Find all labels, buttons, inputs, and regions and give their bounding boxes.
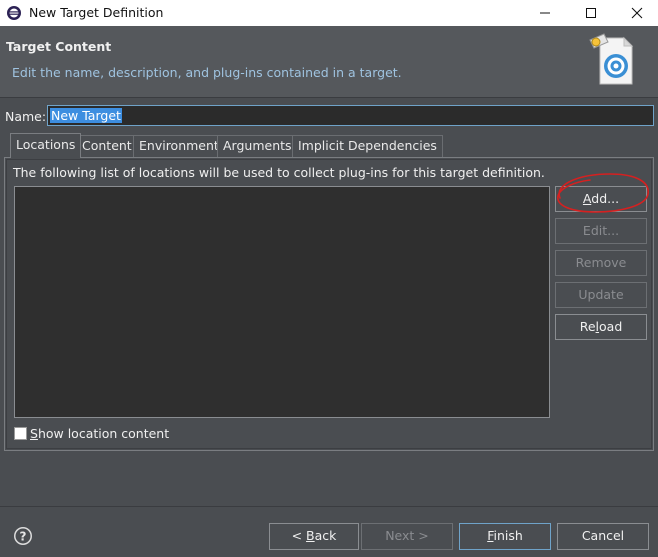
add-label-mnemonic: A (582, 191, 592, 206)
wizard-banner: Target Content Edit the name, descriptio… (0, 26, 658, 98)
help-icon[interactable]: ? (13, 526, 33, 546)
minimize-icon (540, 12, 550, 14)
maximize-button[interactable] (568, 0, 614, 26)
minimize-button[interactable] (522, 0, 568, 26)
locations-list[interactable] (14, 186, 550, 418)
reload-button[interactable]: Reload (555, 314, 647, 340)
banner-title: Target Content (6, 39, 112, 54)
reload-label-post: oad (599, 319, 623, 334)
show-location-content-checkbox[interactable] (14, 427, 27, 440)
banner-description: Edit the name, description, and plug-ins… (12, 65, 402, 80)
tab-locations[interactable]: Locations (10, 133, 82, 158)
title-bar: New Target Definition (0, 0, 658, 26)
edit-button[interactable]: Edit... (555, 218, 647, 244)
name-input[interactable]: New Target (47, 105, 654, 126)
name-label: Name: (5, 109, 47, 124)
locations-description: The following list of locations will be … (13, 165, 545, 180)
footer-separator (0, 506, 658, 507)
tab-folder: Locations Content Environment Arguments … (4, 133, 654, 451)
update-button[interactable]: Update (555, 282, 647, 308)
back-button[interactable]: < Back (269, 523, 359, 550)
svg-text:?: ? (20, 530, 27, 544)
target-definition-wizard-icon (589, 33, 634, 85)
next-button[interactable]: Next > (361, 523, 453, 550)
tab-implicit-dependencies[interactable]: Implicit Dependencies (292, 135, 443, 157)
show-location-content-label: how location content (37, 426, 170, 441)
tab-content[interactable]: Content (76, 135, 138, 157)
close-icon (631, 7, 643, 19)
tab-arguments[interactable]: Arguments (217, 135, 298, 157)
add-label-post: dd... (591, 191, 620, 206)
name-input-value: New Target (50, 108, 122, 123)
back-label-post: ack (314, 528, 337, 543)
reload-label-pre: Re (579, 319, 596, 334)
finish-label-post: inish (493, 528, 523, 543)
show-location-content-row[interactable]: Show location content (14, 426, 169, 441)
finish-button[interactable]: Finish (459, 523, 551, 550)
maximize-icon (586, 8, 596, 18)
remove-button[interactable]: Remove (555, 250, 647, 276)
eclipse-icon (7, 6, 21, 20)
add-button[interactable]: Add... (555, 186, 647, 212)
back-label-mnemonic: B (306, 528, 315, 543)
cancel-button[interactable]: Cancel (557, 523, 649, 550)
show-location-content-mnemonic: S (30, 426, 38, 441)
tab-environment[interactable]: Environment (133, 135, 225, 157)
back-label-pre: < (291, 528, 307, 543)
locations-panel: The following list of locations will be … (4, 157, 654, 451)
window-title: New Target Definition (29, 5, 164, 20)
close-button[interactable] (614, 0, 658, 26)
